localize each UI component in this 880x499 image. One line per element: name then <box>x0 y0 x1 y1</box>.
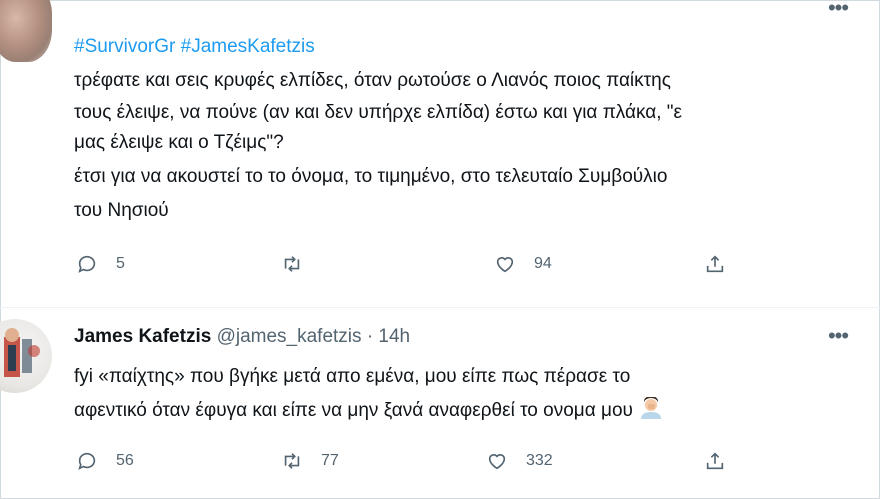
more-options-icon[interactable]: ••• <box>818 325 858 347</box>
hashtag-line: #SurvivorGr #JamesKafetzis <box>74 32 315 61</box>
tweet-text-line: έτσι για να ακουστεί το το όνομα, το τιμ… <box>74 166 668 187</box>
like-button[interactable]: 94 <box>494 253 552 275</box>
tweet-text-line: μας έλειψε και ο Τζέιμς"? <box>74 132 284 153</box>
tweet-text-line: τρέφατε και σεις κρυφές ελπίδες, όταν ρω… <box>74 70 671 91</box>
reply-icon <box>78 255 96 273</box>
tweet-text-line: fyi «παίχτης» που βγήκε μετά απο εμένα, … <box>74 366 631 387</box>
like-count: 332 <box>526 452 553 469</box>
separator: · <box>366 326 374 347</box>
author-handle[interactable]: @james_kafetzis <box>217 326 362 347</box>
share-icon <box>706 255 724 273</box>
author-name[interactable]: James Kafetzis <box>74 326 211 347</box>
reply-button[interactable]: 5 <box>76 253 125 275</box>
facepalm-emoji-icon <box>640 397 661 419</box>
retweet-button[interactable] <box>281 253 303 275</box>
more-options-icon[interactable]: ••• <box>818 0 858 19</box>
share-button[interactable] <box>704 450 726 472</box>
share-button[interactable] <box>704 253 726 275</box>
reply-button[interactable]: 56 <box>76 450 134 472</box>
hashtag-link[interactable]: #JamesKafetzis <box>181 36 315 57</box>
tweet-text-line-content: αφεντικό όταν έφυγα και είπε να μην ξανά… <box>74 400 633 421</box>
tweet-timestamp[interactable]: 14h <box>378 326 410 347</box>
tweet-divider <box>0 307 880 308</box>
hashtag-link[interactable]: #SurvivorGr <box>74 36 175 57</box>
reply-icon <box>78 452 96 470</box>
tweet-header: James Kafetzis @james_kafetzis · 14h <box>74 322 410 351</box>
retweet-count: 77 <box>321 452 339 469</box>
reply-count: 56 <box>116 452 134 469</box>
like-icon <box>488 454 506 470</box>
like-icon <box>496 257 514 273</box>
retweet-icon <box>284 453 300 469</box>
tweet-text-line: τους έλειψε, να πούνε (αν και δεν υπήρχε… <box>74 102 683 123</box>
like-count: 94 <box>534 255 552 272</box>
retweet-icon <box>284 256 300 272</box>
avatar[interactable] <box>0 0 52 62</box>
retweet-button[interactable]: 77 <box>281 450 339 472</box>
like-button[interactable]: 332 <box>486 450 553 472</box>
reply-count: 5 <box>116 255 125 272</box>
share-icon <box>706 452 724 470</box>
tweet-text-line: αφεντικό όταν έφυγα και είπε να μην ξανά… <box>74 396 663 425</box>
tweet-text-line: του Νησιού <box>74 200 169 221</box>
